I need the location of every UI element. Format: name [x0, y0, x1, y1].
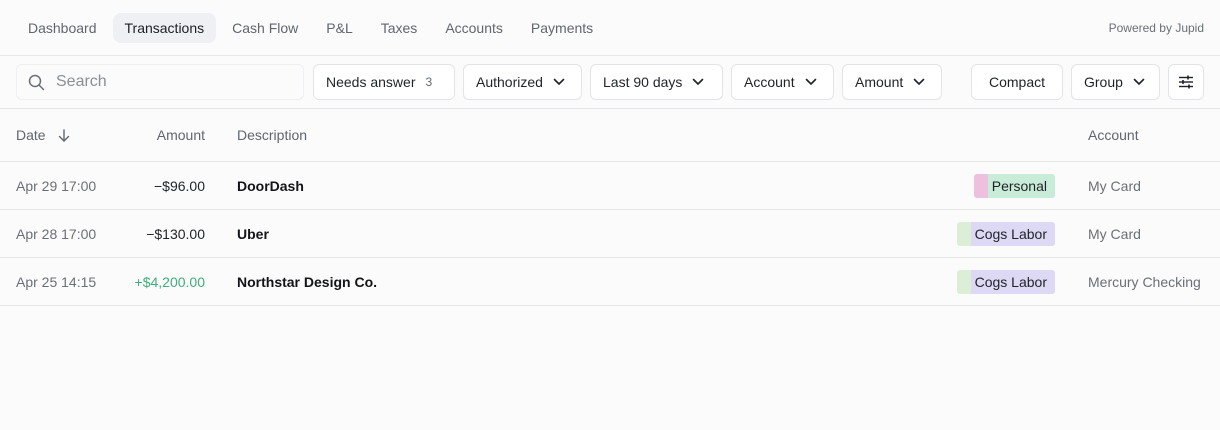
- row-date: Apr 29 17:00: [16, 178, 97, 194]
- row-account: My Card: [1088, 226, 1141, 242]
- needs-answer-label: Needs answer: [326, 74, 416, 90]
- table-header: Date Amount Description Account: [0, 109, 1220, 162]
- search-icon: [28, 73, 46, 91]
- sort-down-arrow-icon: [58, 128, 70, 142]
- chevron-down-icon: [913, 78, 925, 86]
- compact-toggle-button[interactable]: Compact: [971, 64, 1063, 100]
- search-box: [16, 64, 304, 100]
- category-color-strip: [956, 222, 971, 246]
- group-button[interactable]: Group: [1071, 64, 1160, 100]
- category-tag[interactable]: Cogs Labor: [956, 222, 1055, 246]
- date-column-header[interactable]: Date: [16, 127, 70, 143]
- chevron-down-icon: [692, 78, 704, 86]
- tab-taxes[interactable]: Taxes: [369, 13, 430, 43]
- date-range-label: Last 90 days: [603, 74, 683, 90]
- row-amount: −$130.00: [146, 226, 205, 242]
- category-tag-label: Personal: [987, 174, 1055, 198]
- authorized-filter-label: Authorized: [476, 74, 543, 90]
- tab-accounts[interactable]: Accounts: [433, 13, 515, 43]
- category-tag[interactable]: Cogs Labor: [956, 270, 1055, 294]
- needs-answer-count: 3: [425, 75, 433, 89]
- tab-cash-flow[interactable]: Cash Flow: [220, 13, 310, 43]
- search-input[interactable]: [56, 73, 276, 91]
- amount-column-header[interactable]: Amount: [157, 127, 205, 143]
- row-account: My Card: [1088, 178, 1141, 194]
- date-header-label: Date: [16, 127, 46, 143]
- tab-payments[interactable]: Payments: [519, 13, 605, 43]
- row-description: Northstar Design Co.: [237, 274, 378, 290]
- table-row[interactable]: Apr 28 17:00 −$130.00 Uber Cogs Labor My…: [0, 210, 1220, 258]
- account-filter-label: Account: [744, 74, 795, 90]
- authorized-filter-button[interactable]: Authorized: [463, 64, 582, 100]
- row-amount: −$96.00: [154, 178, 205, 194]
- account-filter-button[interactable]: Account: [731, 64, 834, 100]
- category-tag-label: Cogs Labor: [970, 222, 1055, 246]
- tab-pnl[interactable]: P&L: [314, 13, 364, 43]
- chevron-down-icon: [1133, 78, 1145, 86]
- table-row[interactable]: Apr 29 17:00 −$96.00 DoorDash Personal M…: [0, 162, 1220, 210]
- account-column-header[interactable]: Account: [1088, 127, 1139, 143]
- category-tag[interactable]: Personal: [973, 174, 1055, 198]
- compact-label: Compact: [988, 74, 1046, 90]
- description-column-header[interactable]: Description: [237, 127, 307, 143]
- category-tag-label: Cogs Labor: [970, 270, 1055, 294]
- category-color-strip: [956, 270, 971, 294]
- sliders-icon: [1178, 75, 1194, 89]
- top-nav: Dashboard Transactions Cash Flow P&L Tax…: [0, 0, 1220, 56]
- group-label: Group: [1084, 74, 1123, 90]
- chevron-down-icon: [805, 78, 817, 86]
- row-amount: +$4,200.00: [134, 274, 205, 290]
- table-row[interactable]: Apr 25 14:15 +$4,200.00 Northstar Design…: [0, 258, 1220, 306]
- row-date: Apr 28 17:00: [16, 226, 97, 242]
- tab-transactions[interactable]: Transactions: [112, 12, 217, 43]
- category-color-strip: [973, 174, 988, 198]
- filter-bar: Needs answer 3 Authorized Last 90 days A…: [0, 56, 1220, 109]
- row-account: Mercury Checking: [1088, 274, 1201, 290]
- needs-answer-button[interactable]: Needs answer 3: [313, 64, 455, 100]
- amount-filter-button[interactable]: Amount: [842, 64, 942, 100]
- row-description: DoorDash: [237, 178, 304, 194]
- row-description: Uber: [237, 226, 269, 242]
- row-date: Apr 25 14:15: [16, 274, 97, 290]
- tab-dashboard[interactable]: Dashboard: [16, 13, 109, 43]
- powered-by-label: Powered by Jupid: [1108, 21, 1204, 35]
- nav-tabs: Dashboard Transactions Cash Flow P&L Tax…: [16, 12, 605, 43]
- amount-filter-label: Amount: [855, 74, 904, 90]
- chevron-down-icon: [553, 78, 565, 86]
- view-settings-button[interactable]: [1168, 64, 1204, 100]
- date-range-filter-button[interactable]: Last 90 days: [590, 64, 723, 100]
